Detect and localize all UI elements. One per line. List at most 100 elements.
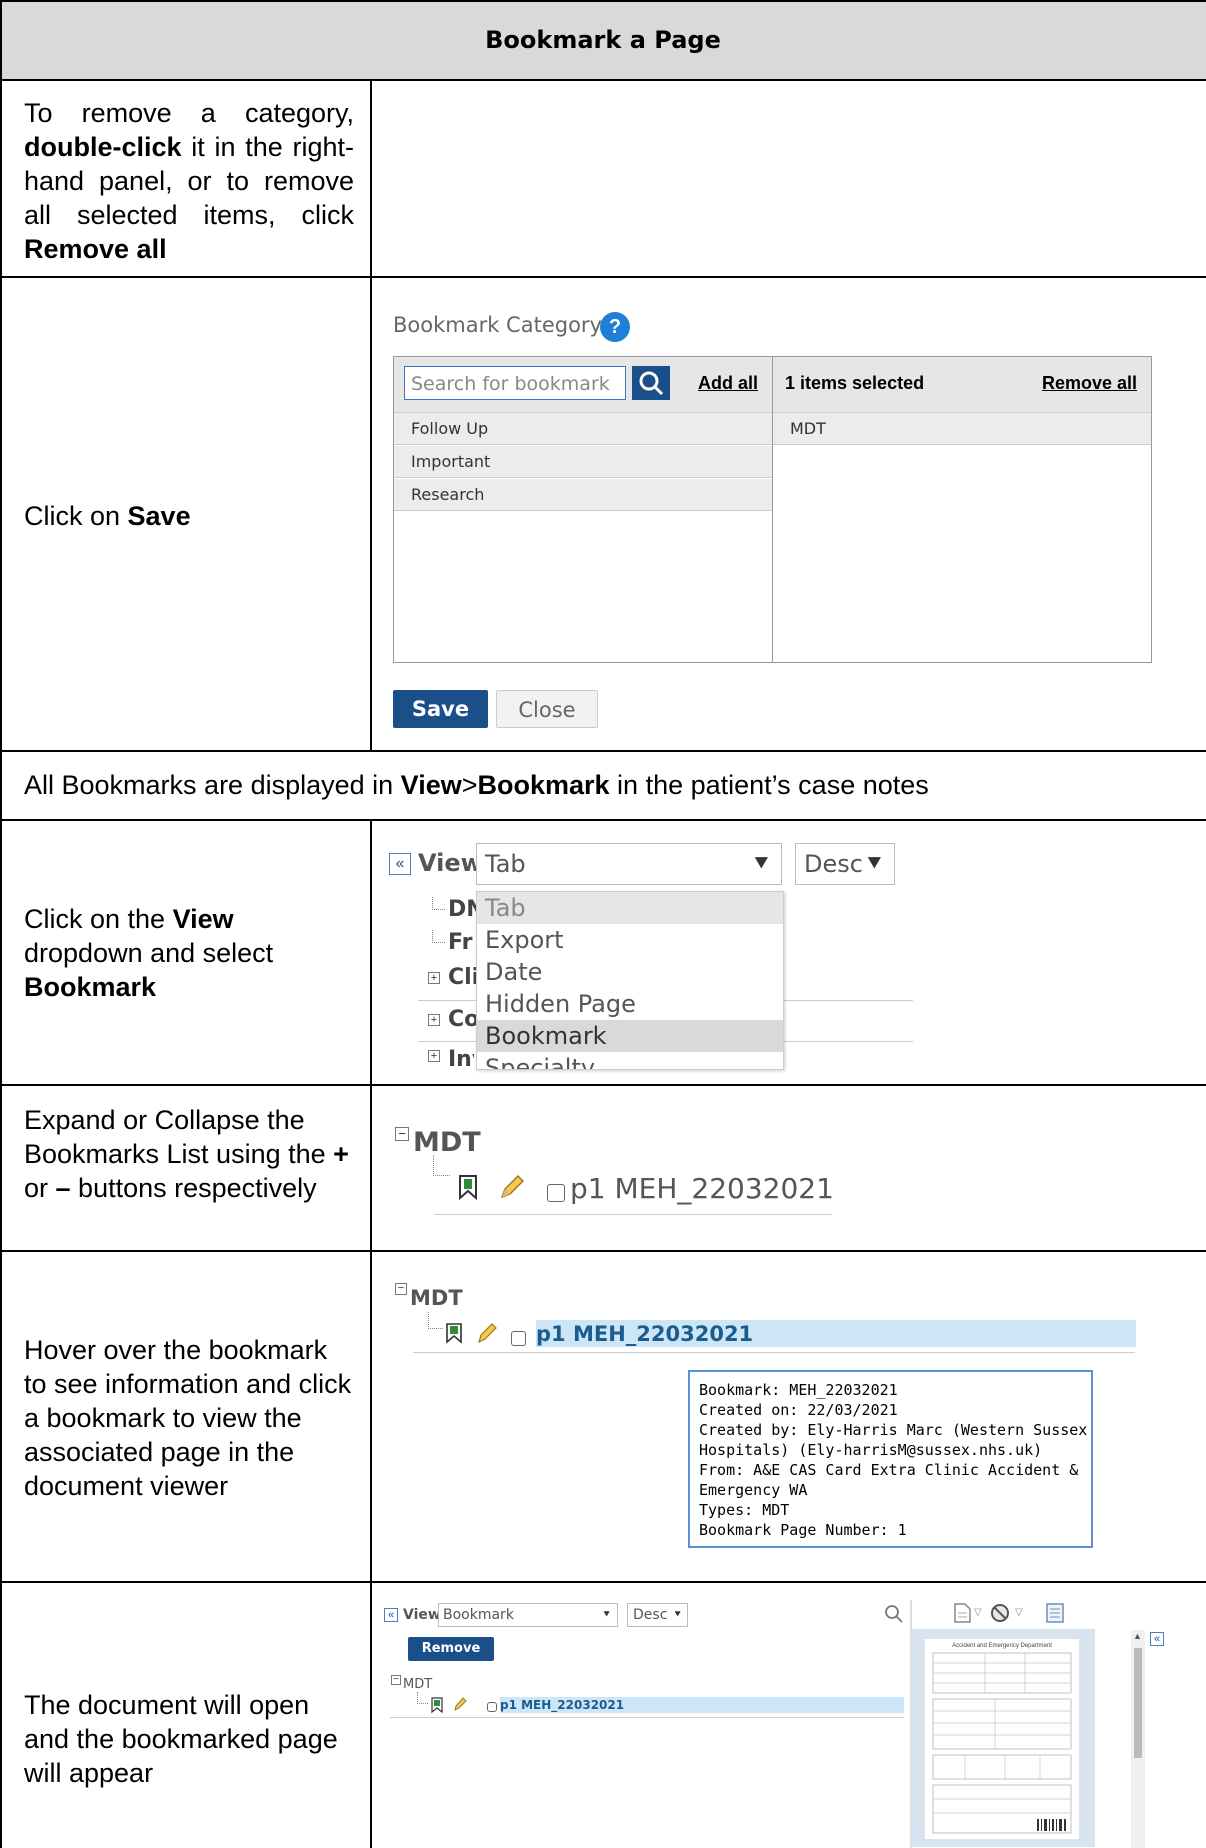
menu-item-export[interactable]: Export [477, 924, 783, 956]
menu-item-specialty[interactable]: Specialty [477, 1052, 783, 1069]
list-item[interactable]: Follow Up [394, 413, 772, 445]
bookmark-tooltip: Bookmark: MEH_22032021 Created on: 22/03… [688, 1370, 1093, 1548]
tree-node[interactable]: Cli [448, 965, 479, 990]
view-dropdown-menu: Tab Export Date Hidden Page Bookmark Spe… [476, 891, 784, 1070]
expand-icon[interactable]: + [428, 1014, 440, 1026]
list-item[interactable]: MDT [773, 413, 1151, 445]
bookmark-icon[interactable] [444, 1322, 464, 1344]
view-dropdown-value: Bookmark [443, 1607, 514, 1623]
instruction-table: Bookmark a Page To remove a category, do… [0, 0, 1206, 1848]
document-page-thumbnail[interactable]: Accident and Emergency Department [911, 1629, 1095, 1847]
document-icon[interactable] [952, 1602, 972, 1624]
table-title: Bookmark a Page [485, 26, 721, 54]
bookmark-icon[interactable] [430, 1697, 444, 1713]
scroll-up-icon[interactable]: ▲ [1133, 1631, 1142, 1641]
tree-connector [433, 1155, 450, 1176]
scrollbar-thumb[interactable] [1134, 1648, 1142, 1758]
available-panel-header: Search for bookmark Add all [394, 357, 772, 413]
pencil-icon[interactable] [452, 1696, 468, 1712]
chevron-down-icon: ⯆ [751, 850, 771, 878]
bookmark-checkbox[interactable] [511, 1331, 526, 1346]
tree-separator [413, 1352, 1135, 1353]
no-redact-icon[interactable] [989, 1602, 1011, 1624]
step-click-save: Click on Save [24, 501, 191, 531]
view-dropdown[interactable]: Tab ⯆ [476, 843, 782, 885]
bookmark-icon[interactable] [456, 1174, 480, 1200]
view-dropdown[interactable]: Bookmark ⯆ [438, 1603, 618, 1627]
available-categories-panel: Search for bookmark Add all Follow Up Im… [393, 356, 773, 663]
list-item[interactable]: Research [394, 479, 772, 511]
tooltip-line: Bookmark Page Number: 1 [699, 1521, 907, 1539]
step-view-bookmarks: All Bookmarks are displayed in View>Book… [24, 770, 929, 800]
list-item[interactable]: Important [394, 446, 772, 478]
chevron-down-icon: ⯆ [602, 1608, 611, 1621]
step-document-opens: The document will open and the bookmarke… [24, 1690, 338, 1788]
view-dropdown-value: Tab [485, 850, 526, 878]
collapse-panel-icon[interactable]: « [384, 1608, 398, 1622]
tree-node-clip: Inv [444, 1046, 474, 1066]
sort-dropdown-value: Desc [804, 850, 863, 878]
search-button[interactable] [632, 366, 670, 400]
tree-node[interactable]: Co [448, 1007, 479, 1032]
row-divider [0, 79, 1206, 81]
collapse-icon[interactable]: − [395, 1283, 407, 1295]
chevron-down-icon[interactable]: ▽ [974, 1607, 982, 1618]
tree-connector [432, 897, 445, 910]
bookmark-checkbox[interactable] [547, 1184, 565, 1202]
collapse-panel-icon[interactable]: « [1150, 1632, 1164, 1646]
collapse-icon[interactable]: − [391, 1675, 401, 1685]
sort-dropdown[interactable]: Desc ⯆ [795, 843, 895, 885]
scrollbar[interactable]: ▲ [1131, 1630, 1145, 1848]
bookmark-link[interactable]: p1 MEH_22032021 [536, 1322, 753, 1346]
search-input[interactable]: Search for bookmark [404, 366, 626, 400]
menu-item-date[interactable]: Date [477, 956, 783, 988]
tree-group-mdt[interactable]: MDT [410, 1286, 463, 1310]
tree-node[interactable]: Inv [448, 1047, 474, 1066]
help-icon[interactable]: ? [600, 312, 630, 342]
chevron-down-icon[interactable]: ▽ [1015, 1607, 1023, 1618]
row-divider [0, 1084, 1206, 1086]
tooltip-line: From: A&E CAS Card Extra Clinic Accident… [699, 1461, 1079, 1479]
expand-icon[interactable]: + [428, 1050, 440, 1062]
list-view-icon[interactable] [1045, 1602, 1065, 1624]
bookmark-checkbox[interactable] [487, 1702, 497, 1712]
menu-item-bookmark[interactable]: Bookmark [477, 1020, 783, 1052]
step-expand-collapse: Expand or Collapse the Bookmarks List us… [24, 1105, 349, 1203]
column-divider [370, 819, 372, 1848]
remove-button[interactable]: Remove [408, 1637, 494, 1661]
sort-dropdown[interactable]: Desc ⯆ [627, 1603, 688, 1627]
save-button[interactable]: Save [393, 690, 488, 728]
bookmark-link[interactable]: p1 MEH_22032021 [570, 1172, 834, 1205]
remove-all-link[interactable]: Remove all [1042, 373, 1137, 394]
selected-count: 1 items selected [785, 373, 925, 393]
pencil-icon[interactable] [496, 1173, 526, 1201]
row-divider [0, 1581, 1206, 1583]
tree-separator [390, 1717, 904, 1718]
tree-connector [417, 1692, 428, 1704]
collapse-icon[interactable]: − [395, 1127, 409, 1141]
collapse-panel-icon[interactable]: « [389, 853, 411, 875]
tooltip-line: Created on: 22/03/2021 [699, 1401, 898, 1419]
add-all-link[interactable]: Add all [698, 373, 758, 394]
document-form-lines [932, 1652, 1072, 1834]
chevron-down-icon: ⯆ [864, 850, 884, 878]
selected-panel-header: 1 items selected Remove all [773, 357, 1151, 413]
tree-group-mdt[interactable]: MDT [403, 1677, 432, 1692]
view-label: View [403, 1607, 441, 1623]
tree-node[interactable]: Fr [448, 930, 472, 955]
bookmark-link[interactable]: p1 MEH_22032021 [500, 1698, 624, 1712]
expand-icon[interactable]: + [428, 972, 440, 984]
tree-group-mdt[interactable]: MDT [413, 1127, 481, 1158]
document-page: Accident and Emergency Department [925, 1639, 1079, 1839]
row-divider [0, 819, 1206, 821]
tooltip-line: Bookmark: MEH_22032021 [699, 1381, 898, 1399]
menu-item-tab[interactable]: Tab [477, 892, 783, 924]
document-title: Accident and Emergency Department [952, 1643, 1052, 1649]
menu-item-hidden-page[interactable]: Hidden Page [477, 988, 783, 1020]
search-icon[interactable] [884, 1604, 904, 1624]
tooltip-line: Hospitals) (Ely-harrisM@sussex.nhs.uk) [699, 1441, 1043, 1459]
pencil-icon[interactable] [474, 1321, 498, 1345]
step-view-dropdown: Click on the View dropdown and select Bo… [24, 904, 274, 1002]
close-button[interactable]: Close [496, 690, 598, 728]
selected-categories-panel: 1 items selected Remove all MDT [772, 356, 1152, 663]
